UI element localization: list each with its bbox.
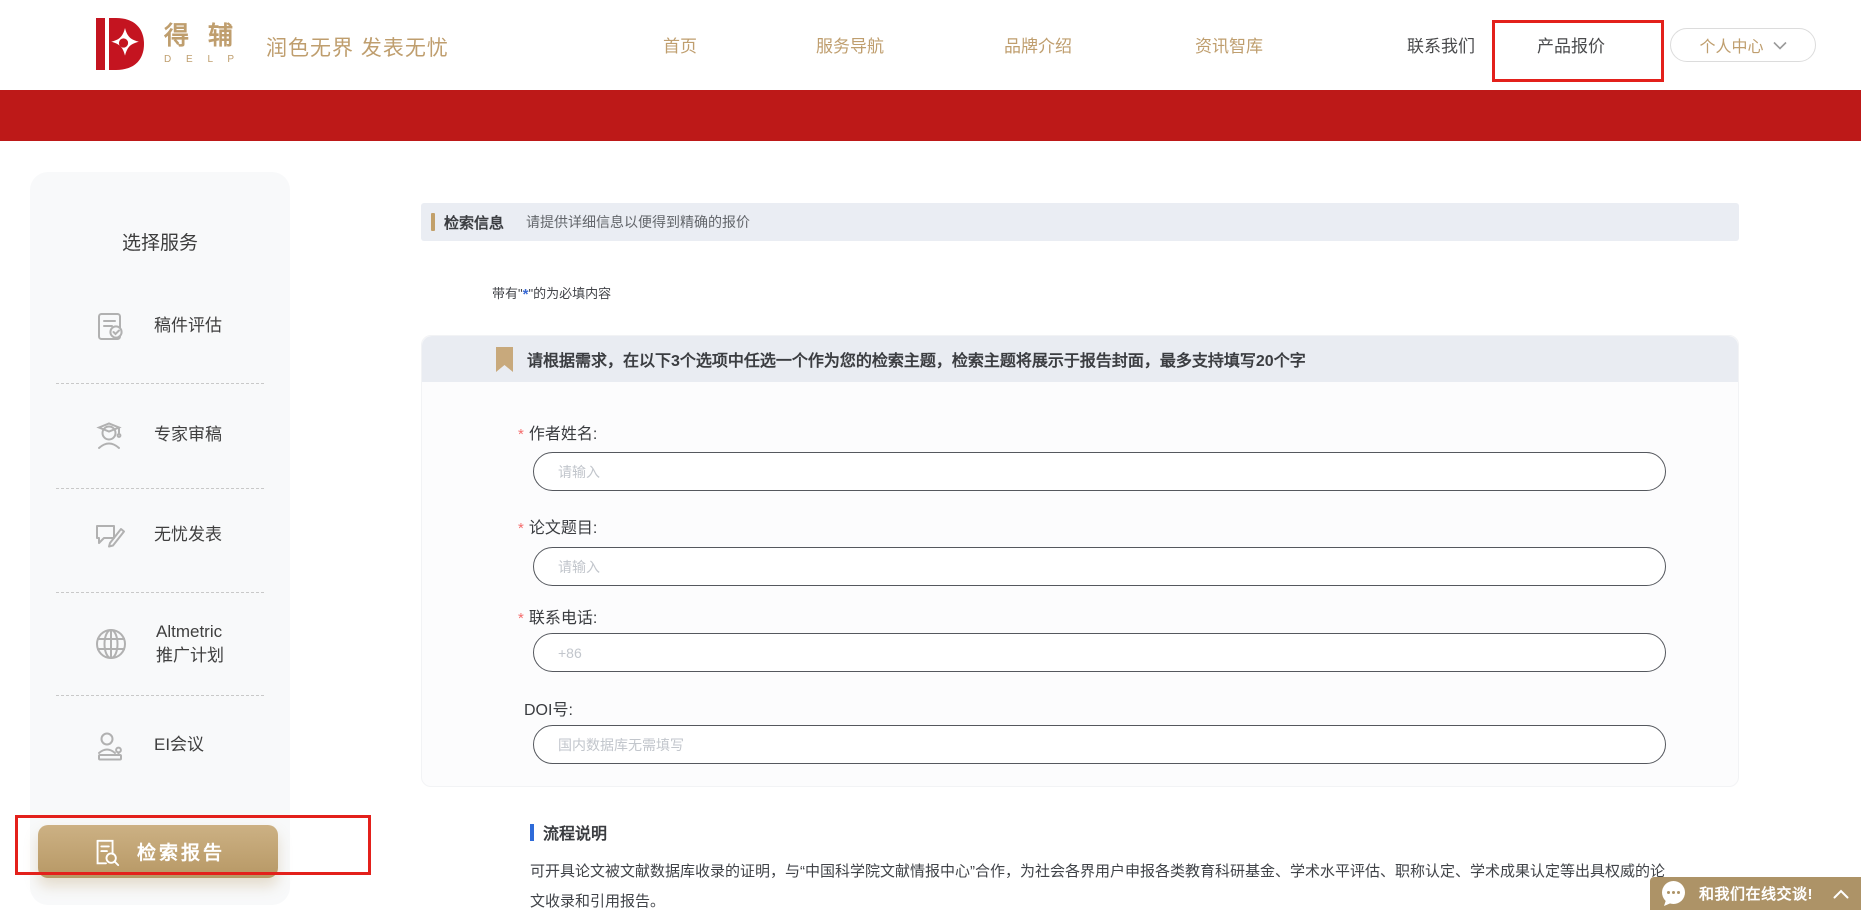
sidebar-item-altmetric-promotion[interactable]: Altmetric 推广计划 <box>92 620 224 668</box>
globe-icon <box>92 625 130 663</box>
nav-brand[interactable]: 品牌介绍 <box>1004 32 1072 57</box>
nav-services[interactable]: 服务导航 <box>816 32 884 57</box>
chat-label: 和我们在线交谈! <box>1699 883 1813 904</box>
doc-search-icon <box>91 837 121 867</box>
sidebar-divider <box>56 592 264 593</box>
doi-input[interactable] <box>533 725 1666 764</box>
sidebar-item-worry-free-publishing[interactable]: 无忧发表 <box>92 517 222 553</box>
delp-logo-icon <box>88 12 152 76</box>
section-subtitle: 请提供详细信息以便得到精确的报价 <box>526 212 750 232</box>
sidebar-item-search-report-active[interactable]: 检索报告 <box>38 825 278 878</box>
process-description: 可开具论文被文献数据库收录的证明，与“中国科学院文献情报中心”合作，为社会各界用… <box>530 857 1666 910</box>
section-title: 检索信息 <box>444 212 504 233</box>
sidebar-item-ei-conference[interactable]: EI会议 <box>92 727 204 763</box>
sidebar-title: 选择服务 <box>30 228 290 255</box>
page: 得 辅 D E L P 润色无界 发表无忧 首页 服务导航 品牌介绍 资讯智库 … <box>0 0 1861 910</box>
brand-name-en: D E L P <box>164 54 240 65</box>
phone-input[interactable] <box>533 633 1666 672</box>
lectern-icon <box>92 727 128 763</box>
field-label-doi: DOI号: <box>524 696 573 720</box>
sidebar-item-expert-review[interactable]: 专家审稿 <box>92 417 222 453</box>
chevron-up-icon[interactable] <box>1833 889 1849 899</box>
notice-bar: 请根据需求，在以下3个选项中任选一个作为您的检索主题，检索主题将展示于报告封面，… <box>422 336 1738 382</box>
nav-home[interactable]: 首页 <box>663 32 697 57</box>
sidebar-item-label: EI会议 <box>154 733 204 757</box>
process-tick <box>530 824 534 841</box>
nav-quote[interactable]: 产品报价 <box>1537 32 1605 57</box>
required-mark: * <box>518 426 524 443</box>
header: 得 辅 D E L P 润色无界 发表无忧 首页 服务导航 品牌介绍 资讯智库 … <box>0 0 1861 90</box>
author-name-input[interactable] <box>533 452 1666 491</box>
sidebar-item-manuscript-evaluation[interactable]: 稿件评估 <box>92 308 222 344</box>
user-menu[interactable]: 个人中心 <box>1670 28 1816 62</box>
chat-pencil-icon <box>92 517 128 553</box>
sidebar: 选择服务 稿件评估 专家审稿 <box>30 172 290 905</box>
sidebar-divider <box>56 383 264 384</box>
notice-text: 请根据需求，在以下3个选项中任选一个作为您的检索主题，检索主题将展示于报告封面，… <box>527 347 1306 371</box>
clipboard-check-icon <box>92 308 128 344</box>
scholar-cap-icon <box>92 417 128 453</box>
required-note: 带有"*"的为必填内容 <box>492 283 611 303</box>
field-label-author: *作者姓名: <box>518 420 597 444</box>
sidebar-active-label: 检索报告 <box>137 838 225 865</box>
speech-bubble-icon <box>1660 880 1687 907</box>
required-mark: * <box>518 520 524 537</box>
brand-text: 得 辅 D E L P <box>164 24 240 65</box>
section-header: 检索信息 请提供详细信息以便得到精确的报价 <box>421 203 1739 241</box>
field-label-title: *论文题目: <box>518 514 597 538</box>
brand-tagline: 润色无界 发表无忧 <box>266 32 449 62</box>
quote-form-card: 请根据需求，在以下3个选项中任选一个作为您的检索主题，检索主题将展示于报告封面，… <box>421 335 1739 787</box>
chevron-down-icon <box>1773 41 1787 50</box>
required-mark: * <box>518 610 524 627</box>
promo-banner <box>0 90 1861 141</box>
field-label-phone: *联系电话: <box>518 604 597 628</box>
user-menu-label: 个人中心 <box>1699 33 1763 57</box>
section-tick <box>431 213 435 231</box>
sidebar-item-label: 稿件评估 <box>154 314 222 338</box>
sidebar-divider <box>56 488 264 489</box>
brand-logo[interactable]: 得 辅 D E L P <box>88 12 240 76</box>
sidebar-item-label: Altmetric 推广计划 <box>156 620 224 668</box>
nav-contact[interactable]: 联系我们 <box>1407 32 1475 57</box>
paper-title-input[interactable] <box>533 547 1666 586</box>
brand-name-cn: 得 辅 <box>164 24 240 49</box>
chat-widget[interactable]: 和我们在线交谈! <box>1650 877 1861 910</box>
sidebar-divider <box>56 695 264 696</box>
process-section-title: 流程说明 <box>530 820 607 844</box>
bookmark-icon <box>495 347 514 372</box>
nav-news[interactable]: 资讯智库 <box>1195 32 1263 57</box>
sidebar-item-label: 专家审稿 <box>154 423 222 447</box>
sidebar-item-label: 无忧发表 <box>154 523 222 547</box>
